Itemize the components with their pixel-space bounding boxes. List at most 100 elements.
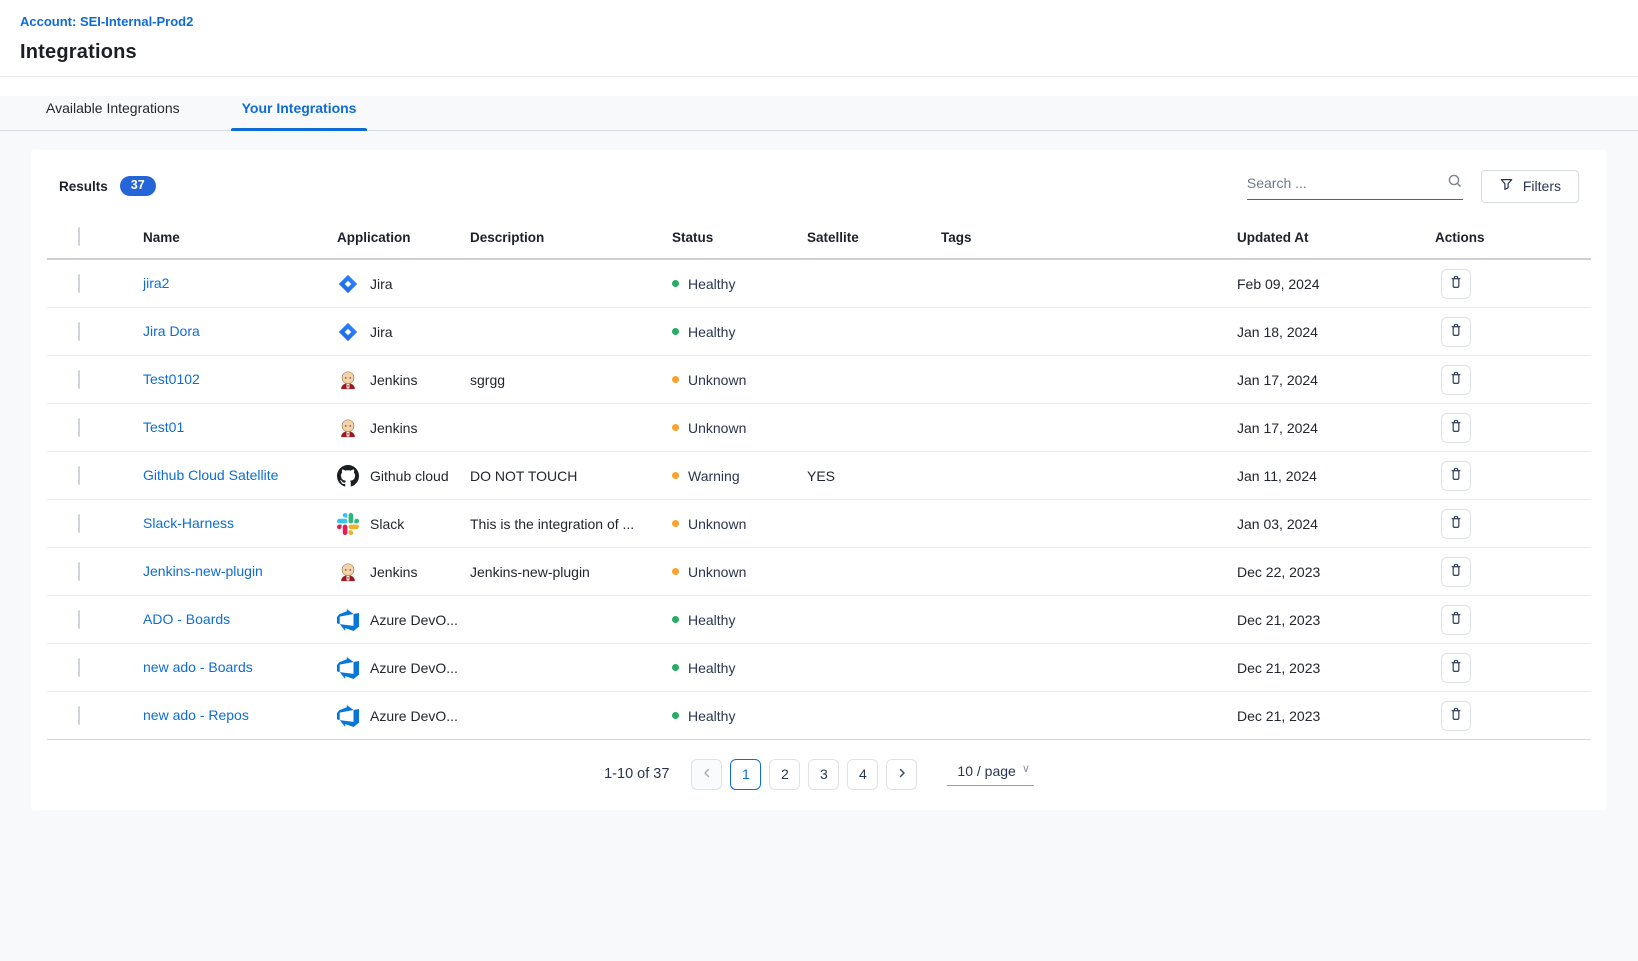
integration-name-link[interactable]: new ado - Repos [143,707,249,723]
filters-button[interactable]: Filters [1481,170,1579,203]
github-icon [337,465,359,487]
pagination-page-button-1[interactable]: 1 [730,759,761,790]
results-label: Results [59,179,108,194]
status-dot-icon [672,712,679,719]
delete-button[interactable] [1441,269,1471,299]
status-cell: Healthy [672,708,807,724]
status-cell: Unknown [672,516,807,532]
pagination-range-label: 1-10 of 37 [604,766,669,782]
table-row: ADO - Boards [47,596,1591,644]
column-header-actions: Actions [1435,230,1591,245]
column-header-tags: Tags [941,230,1237,245]
updated-at-cell: Jan 11, 2024 [1237,468,1435,484]
trash-icon [1448,322,1464,341]
page-size-select[interactable]: 10 / page ∨ [947,763,1033,786]
row-checkbox[interactable] [78,322,80,341]
status-cell: Unknown [672,420,807,436]
description-cell: This is the integration of ... [470,516,672,532]
description-cell: Jenkins-new-plugin [470,564,672,580]
delete-button[interactable] [1441,653,1471,683]
status-dot-icon [672,472,679,479]
jenkins-icon [337,369,359,391]
table-row: Test01 [47,404,1591,452]
trash-icon [1448,658,1464,677]
application-icon [337,417,359,439]
tab-your-integrations[interactable]: Your Integrations [242,96,357,130]
tab-bar: Available Integrations Your Integrations [0,96,1638,131]
status-dot-icon [672,616,679,623]
row-checkbox[interactable] [78,562,80,581]
trash-icon [1448,514,1464,533]
delete-button[interactable] [1441,413,1471,443]
status-label: Healthy [688,612,735,628]
filter-funnel-icon [1499,177,1514,195]
trash-icon [1448,418,1464,437]
integration-name-link[interactable]: ADO - Boards [143,611,230,627]
search-box [1247,173,1463,200]
updated-at-cell: Dec 21, 2023 [1237,660,1435,676]
row-checkbox[interactable] [78,658,80,677]
integration-name-link[interactable]: Test01 [143,419,184,435]
delete-button[interactable] [1441,605,1471,635]
updated-at-cell: Jan 17, 2024 [1237,420,1435,436]
pagination-page-button-2[interactable]: 2 [769,759,800,790]
description-cell: DO NOT TOUCH [470,468,672,484]
results-bar: Results 37 Filters [47,166,1591,206]
jenkins-icon [337,417,359,439]
status-dot-icon [672,568,679,575]
trash-icon [1448,466,1464,485]
row-checkbox[interactable] [78,514,80,533]
updated-at-cell: Dec 21, 2023 [1237,612,1435,628]
status-cell: Warning [672,468,807,484]
delete-button[interactable] [1441,317,1471,347]
filters-button-label: Filters [1523,178,1561,194]
row-checkbox[interactable] [78,370,80,389]
description-cell: sgrgg [470,372,672,388]
select-all-checkbox[interactable] [78,227,80,246]
row-checkbox[interactable] [78,274,80,293]
delete-button[interactable] [1441,365,1471,395]
tab-available-integrations[interactable]: Available Integrations [46,96,180,130]
azure-devops-icon [337,657,359,679]
integration-name-link[interactable]: jira2 [143,275,169,291]
integration-name-link[interactable]: Github Cloud Satellite [143,467,278,483]
column-header-satellite: Satellite [807,230,941,245]
row-checkbox[interactable] [78,418,80,437]
application-name: Jenkins [370,564,417,580]
pagination-next-button[interactable] [886,759,917,790]
row-checkbox[interactable] [78,466,80,485]
status-label: Unknown [688,564,746,580]
status-cell: Healthy [672,324,807,340]
page-title: Integrations [20,41,1618,64]
updated-at-cell: Dec 22, 2023 [1237,564,1435,580]
integration-name-link[interactable]: Slack-Harness [143,515,234,531]
integration-name-link[interactable]: new ado - Boards [143,659,253,675]
pagination-page-button-3[interactable]: 3 [808,759,839,790]
row-checkbox[interactable] [78,706,80,725]
header-spacer [0,77,1638,96]
integration-name-link[interactable]: Jira Dora [143,323,200,339]
application-name: Azure DevO... [370,708,458,724]
slack-icon [337,513,359,535]
integration-name-link[interactable]: Test0102 [143,371,200,387]
trash-icon [1448,562,1464,581]
status-dot-icon [672,664,679,671]
status-label: Healthy [688,660,735,676]
updated-at-cell: Jan 17, 2024 [1237,372,1435,388]
integration-name-link[interactable]: Jenkins-new-plugin [143,563,263,579]
row-checkbox[interactable] [78,610,80,629]
updated-at-cell: Feb 09, 2024 [1237,276,1435,292]
column-header-updated-at: Updated At [1237,230,1435,245]
delete-button[interactable] [1441,509,1471,539]
trash-icon [1448,370,1464,389]
status-cell: Healthy [672,660,807,676]
account-breadcrumb-link[interactable]: Account: SEI-Internal-Prod2 [20,14,193,29]
delete-button[interactable] [1441,701,1471,731]
pagination-page-button-4[interactable]: 4 [847,759,878,790]
delete-button[interactable] [1441,461,1471,491]
status-label: Warning [688,468,740,484]
search-input[interactable] [1247,175,1447,191]
delete-button[interactable] [1441,557,1471,587]
pagination-prev-button[interactable] [691,759,722,790]
table-row: Github Cloud Satellite [47,452,1591,500]
